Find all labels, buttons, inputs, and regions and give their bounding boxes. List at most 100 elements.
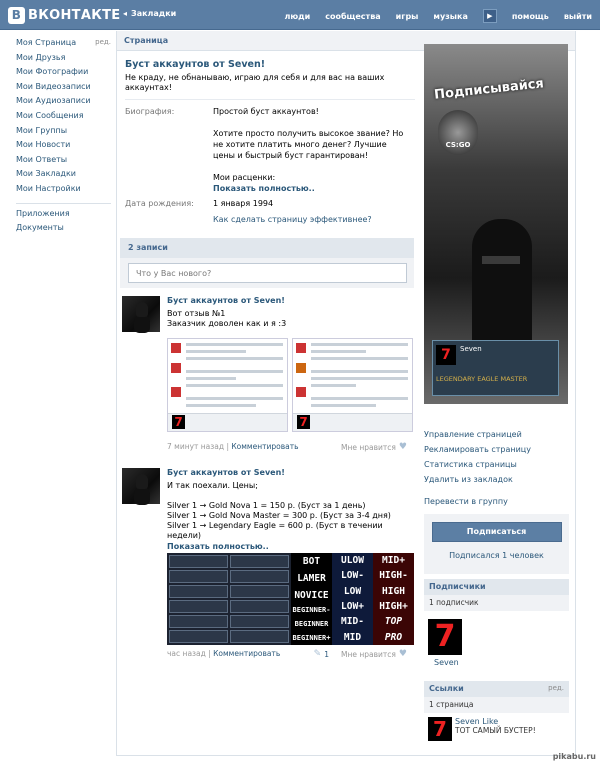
rank-label: MID- (341, 616, 364, 628)
page-banner[interactable]: Подписывайся CS:GO 7 Seven LEGENDARY EAG… (424, 44, 568, 404)
show-full-link[interactable]: Показать полностью.. (213, 183, 408, 194)
manage-page-link[interactable]: Управление страницей (424, 430, 569, 445)
like-button[interactable]: ✎ 1 Мне нравится ♥ (314, 649, 407, 659)
howto-link[interactable]: Как сделать страницу эффективнее? (213, 215, 415, 224)
rank-label: MID+ (382, 555, 405, 567)
avatar[interactable] (122, 296, 160, 332)
like-button[interactable]: Мне нравится ♥ (341, 442, 407, 452)
page-info: Буст аккаунтов от Seven! Не краду, не об… (125, 55, 415, 224)
back-arrow-icon: ◂ (123, 9, 128, 18)
sidebar-item-my-page[interactable]: Моя Страница ред. (16, 38, 111, 53)
sidebar-item-settings[interactable]: Мои Настройки (16, 184, 111, 199)
review-screenshot[interactable]: 7 (292, 338, 413, 432)
links-edit[interactable]: ред. (548, 684, 564, 694)
page-stats-link[interactable]: Статистика страницы (424, 460, 569, 475)
bio-spacer (213, 161, 408, 172)
sidebar-item-news[interactable]: Мои Новости (16, 140, 111, 155)
bookmarks-label: Закладки (131, 9, 177, 18)
link-name[interactable]: Seven Like (455, 717, 498, 726)
link-avatar[interactable]: 7 (428, 717, 452, 741)
sidebar-item-friends[interactable]: Мои Друзья (16, 53, 111, 68)
rank-label: MID (343, 631, 362, 643)
nav-games[interactable]: игры (396, 12, 419, 21)
post-text: Вот отзыв №1 Заказчик доволен как и я :3 (167, 309, 287, 328)
bio-text: Простой буст аккаунтов! Хотите просто по… (213, 106, 408, 194)
rank-label: BEGINNER (294, 620, 329, 629)
nav-people[interactable]: люди (285, 12, 311, 21)
wall-count[interactable]: 2 записи (120, 238, 414, 258)
page-status: Не краду, не обнанываю, играю для себя и… (125, 73, 385, 92)
post-time[interactable]: час назад (167, 649, 206, 658)
subscribers-count-link[interactable]: Подписался 1 человек (429, 551, 564, 560)
sidebar-item-answers[interactable]: Мои Ответы (16, 155, 111, 170)
steam-profile-card: 7 Seven LEGENDARY EAGLE MASTER (432, 340, 559, 396)
sidebar-item-videos[interactable]: Мои Видеозаписи (16, 82, 111, 97)
review-screenshot[interactable]: 7 (167, 338, 288, 432)
sidebar-item-photos[interactable]: Мои Фотографии (16, 67, 111, 82)
vk-logo-text: ВКОНТАКТЕ (28, 7, 121, 23)
sidebar-item-bookmarks[interactable]: Мои Закладки (16, 169, 111, 184)
nav-logout[interactable]: выйти (564, 12, 592, 21)
bio-line: Хотите просто получить высокое звание? Н… (213, 129, 404, 160)
heart-icon: ♥ (398, 649, 407, 659)
profile-name: Seven (460, 345, 482, 353)
nav-music[interactable]: музыка (433, 12, 467, 21)
followers-header[interactable]: Подписчики (424, 579, 569, 595)
seven-logo: 7 (297, 415, 310, 429)
rank-column: MID+ HIGH- HIGH HIGH+ TOP PRO (373, 553, 414, 645)
follower-name[interactable]: Seven (434, 658, 459, 667)
rank-label: BEGINNER+ (292, 634, 331, 643)
profile-rank: LEGENDARY EAGLE MASTER (436, 375, 528, 383)
birth-value: 1 января 1994 (213, 199, 274, 208)
rank-column: ULOW LOW- LOW LOW+ MID- MID (332, 553, 373, 645)
sidebar-item-apps[interactable]: Приложения (16, 209, 111, 224)
vk-logo[interactable]: В ВКОНТАКТЕ (8, 5, 120, 25)
move-to-group-link[interactable]: Перевести в группу (424, 497, 569, 512)
subscribe-box: Подписаться Подписался 1 человек (424, 514, 569, 574)
page-management: Управление страницей Рекламировать стран… (424, 430, 569, 512)
show-full-link[interactable]: Показать полностью.. (167, 542, 415, 551)
remove-bookmark-link[interactable]: Удалить из закладок (424, 475, 569, 490)
post-text: И так поехали. Цены; Silver 1 → Gold Nov… (167, 481, 391, 540)
sidebar-item-documents[interactable]: Документы (16, 223, 111, 238)
share-icon: ✎ (313, 649, 322, 659)
like-count: 1 (324, 649, 329, 659)
sidebar-item-groups[interactable]: Мои Группы (16, 126, 111, 141)
chat-avatar-icon (296, 387, 306, 397)
seven-logo: 7 (436, 345, 456, 365)
links-header[interactable]: Ссылки ред. (424, 681, 569, 697)
post-author[interactable]: Буст аккаунтов от Seven! (167, 296, 415, 306)
chat-avatar-icon (171, 363, 181, 373)
price-image[interactable]: BOT LAMER NOVICE BEGINNER- BEGINNER BEGI… (167, 553, 414, 645)
bookmarks-link[interactable]: ◂ Закладки (123, 9, 176, 18)
rank-label: HIGH- (379, 570, 408, 582)
sidebar-divider (16, 202, 111, 204)
links-title: Ссылки (429, 684, 464, 693)
chat-avatar-icon (296, 363, 306, 373)
follower-avatar[interactable]: 7 (428, 619, 462, 655)
advertise-page-link[interactable]: Рекламировать страницу (424, 445, 569, 460)
links-count: 1 страница (424, 697, 569, 713)
sidebar-item-audio[interactable]: Мои Аудиозаписи (16, 96, 111, 111)
avatar[interactable] (122, 468, 160, 504)
subscribe-button[interactable]: Подписаться (431, 522, 562, 542)
wall-post-input[interactable]: Что у Вас нового? (128, 263, 407, 283)
play-icon[interactable]: ▶ (482, 9, 497, 23)
bio-line: Мои расценки: (213, 173, 276, 182)
nav-communities[interactable]: сообщества (325, 12, 380, 21)
comment-link[interactable]: Комментировать (231, 442, 298, 451)
comment-link[interactable]: Комментировать (213, 649, 280, 658)
chat-avatar-icon (171, 343, 181, 353)
post-time[interactable]: 7 минут назад (167, 442, 224, 451)
post-author[interactable]: Буст аккаунтов от Seven! (167, 468, 415, 478)
sidebar-item-messages[interactable]: Мои Сообщения (16, 111, 111, 126)
birth-row: Дата рождения: 1 января 1994 (125, 198, 415, 209)
rank-label: NOVICE (294, 589, 329, 601)
rank-label: BEGINNER- (292, 606, 331, 615)
like-label: Мне нравится (340, 442, 396, 452)
watermark: pikabu.ru (552, 752, 596, 761)
left-sidebar: Моя Страница ред. Мои Друзья Мои Фотограф… (16, 38, 111, 238)
nav-help[interactable]: помощь (512, 12, 549, 21)
sidebar-edit-link[interactable]: ред. (95, 38, 111, 53)
rank-label: LOW+ (341, 601, 364, 613)
